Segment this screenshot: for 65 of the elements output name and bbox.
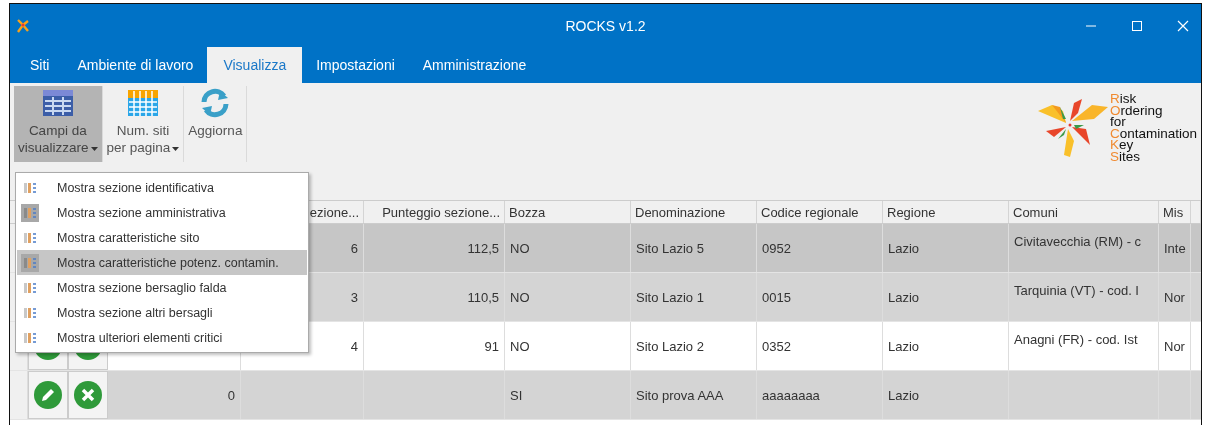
tab[interactable]: Amministrazione — [408, 47, 541, 83]
table-cell: 0352 — [762, 338, 791, 354]
tab[interactable]: Ambiente di lavoro — [63, 47, 208, 83]
table-cell: SI — [510, 387, 523, 403]
menu-item[interactable]: Mostra sezione altri bersagli — [17, 300, 307, 325]
table-cell: 110,5 — [467, 289, 499, 305]
logo-text: Contamination — [1109, 127, 1197, 139]
table-cell: NO — [510, 338, 530, 354]
table-cell: Sito Lazio 2 — [636, 338, 704, 354]
logo-text: Ordering — [1109, 104, 1164, 116]
column-header[interactable]: Denominazione — [635, 204, 726, 220]
table-cell: 0952 — [762, 240, 791, 256]
column-header[interactable]: Bozza — [509, 204, 546, 220]
logo-text: Risk — [1109, 93, 1138, 105]
table-cell: NO — [510, 240, 530, 256]
table-cell: Inte — [1164, 240, 1186, 256]
table-cell: 3 — [350, 289, 358, 305]
table-cell: 6 — [350, 240, 358, 256]
menu-item[interactable]: Mostra caratteristiche potenz. contamin. — [17, 250, 307, 275]
table-cell: 4 — [350, 338, 358, 354]
menu-item[interactable]: Mostra ulteriori elementi critici — [17, 325, 307, 350]
table-cell: 0015 — [762, 289, 791, 305]
table-cell: Tarquinia (VT) - cod. I — [1014, 283, 1139, 298]
table-cell: 91 — [484, 338, 499, 354]
table-cell: Anagni (FR) - cod. Ist — [1014, 332, 1138, 347]
table-cell: 0 — [227, 387, 235, 403]
table-cell: Nor — [1164, 338, 1185, 354]
logo-text: Key — [1109, 139, 1134, 151]
table-cell: Lazio — [888, 338, 920, 354]
column-header[interactable]: ezione... — [309, 204, 359, 220]
table-cell: Lazio — [888, 387, 920, 403]
delete-icon[interactable] — [74, 381, 102, 409]
close-icon[interactable] — [1177, 19, 1189, 32]
column-header[interactable]: Comuni — [1013, 204, 1058, 220]
table-cell: NO — [510, 289, 530, 305]
edit-icon[interactable] — [34, 381, 62, 409]
tab[interactable]: Siti — [16, 47, 64, 83]
tab[interactable]: Impostazioni — [302, 47, 409, 83]
ribbon-button[interactable]: Campi da visualizzare — [14, 86, 103, 162]
logo-text: for — [1109, 116, 1126, 128]
table-cell: Nor — [1164, 289, 1185, 305]
menu-item[interactable]: Mostra sezione amministrativa — [17, 200, 307, 225]
ribbon-button[interactable]: Num. siti per pagina — [102, 86, 185, 162]
table-cell: Civitavecchia (RM) - c — [1014, 234, 1142, 249]
table-cell: 112,5 — [467, 240, 499, 256]
table-cell: Sito Lazio 1 — [636, 289, 704, 305]
table-row[interactable]: 0 SI Sito prova AAA aaaaaaaa Lazio — [10, 371, 1201, 420]
table-cell: Lazio — [888, 240, 920, 256]
maximize-icon[interactable] — [1131, 19, 1143, 32]
table-icon — [40, 88, 75, 118]
grid-icon — [125, 88, 160, 118]
ribbon-button[interactable]: Aggiorna — [184, 86, 248, 162]
column-header[interactable]: Regione — [887, 204, 936, 220]
column-header[interactable]: Punteggio sezione... — [382, 204, 500, 220]
menu-item[interactable]: Mostra sezione bersaglio falda — [17, 275, 307, 300]
column-header[interactable]: Mis — [1163, 204, 1184, 220]
table-cell: aaaaaaaa — [762, 387, 820, 403]
tab[interactable]: Visualizza — [207, 47, 303, 83]
table-cell: Sito prova AAA — [636, 387, 724, 403]
app-logo-icon — [16, 17, 30, 34]
window-title: ROCKS v1.2 — [564, 17, 647, 34]
column-header[interactable]: Codice regionale — [761, 204, 859, 220]
table-cell: Lazio — [888, 289, 920, 305]
table-cell: Sito Lazio 5 — [636, 240, 704, 256]
menu-item[interactable]: Mostra caratteristiche sito — [17, 225, 307, 250]
